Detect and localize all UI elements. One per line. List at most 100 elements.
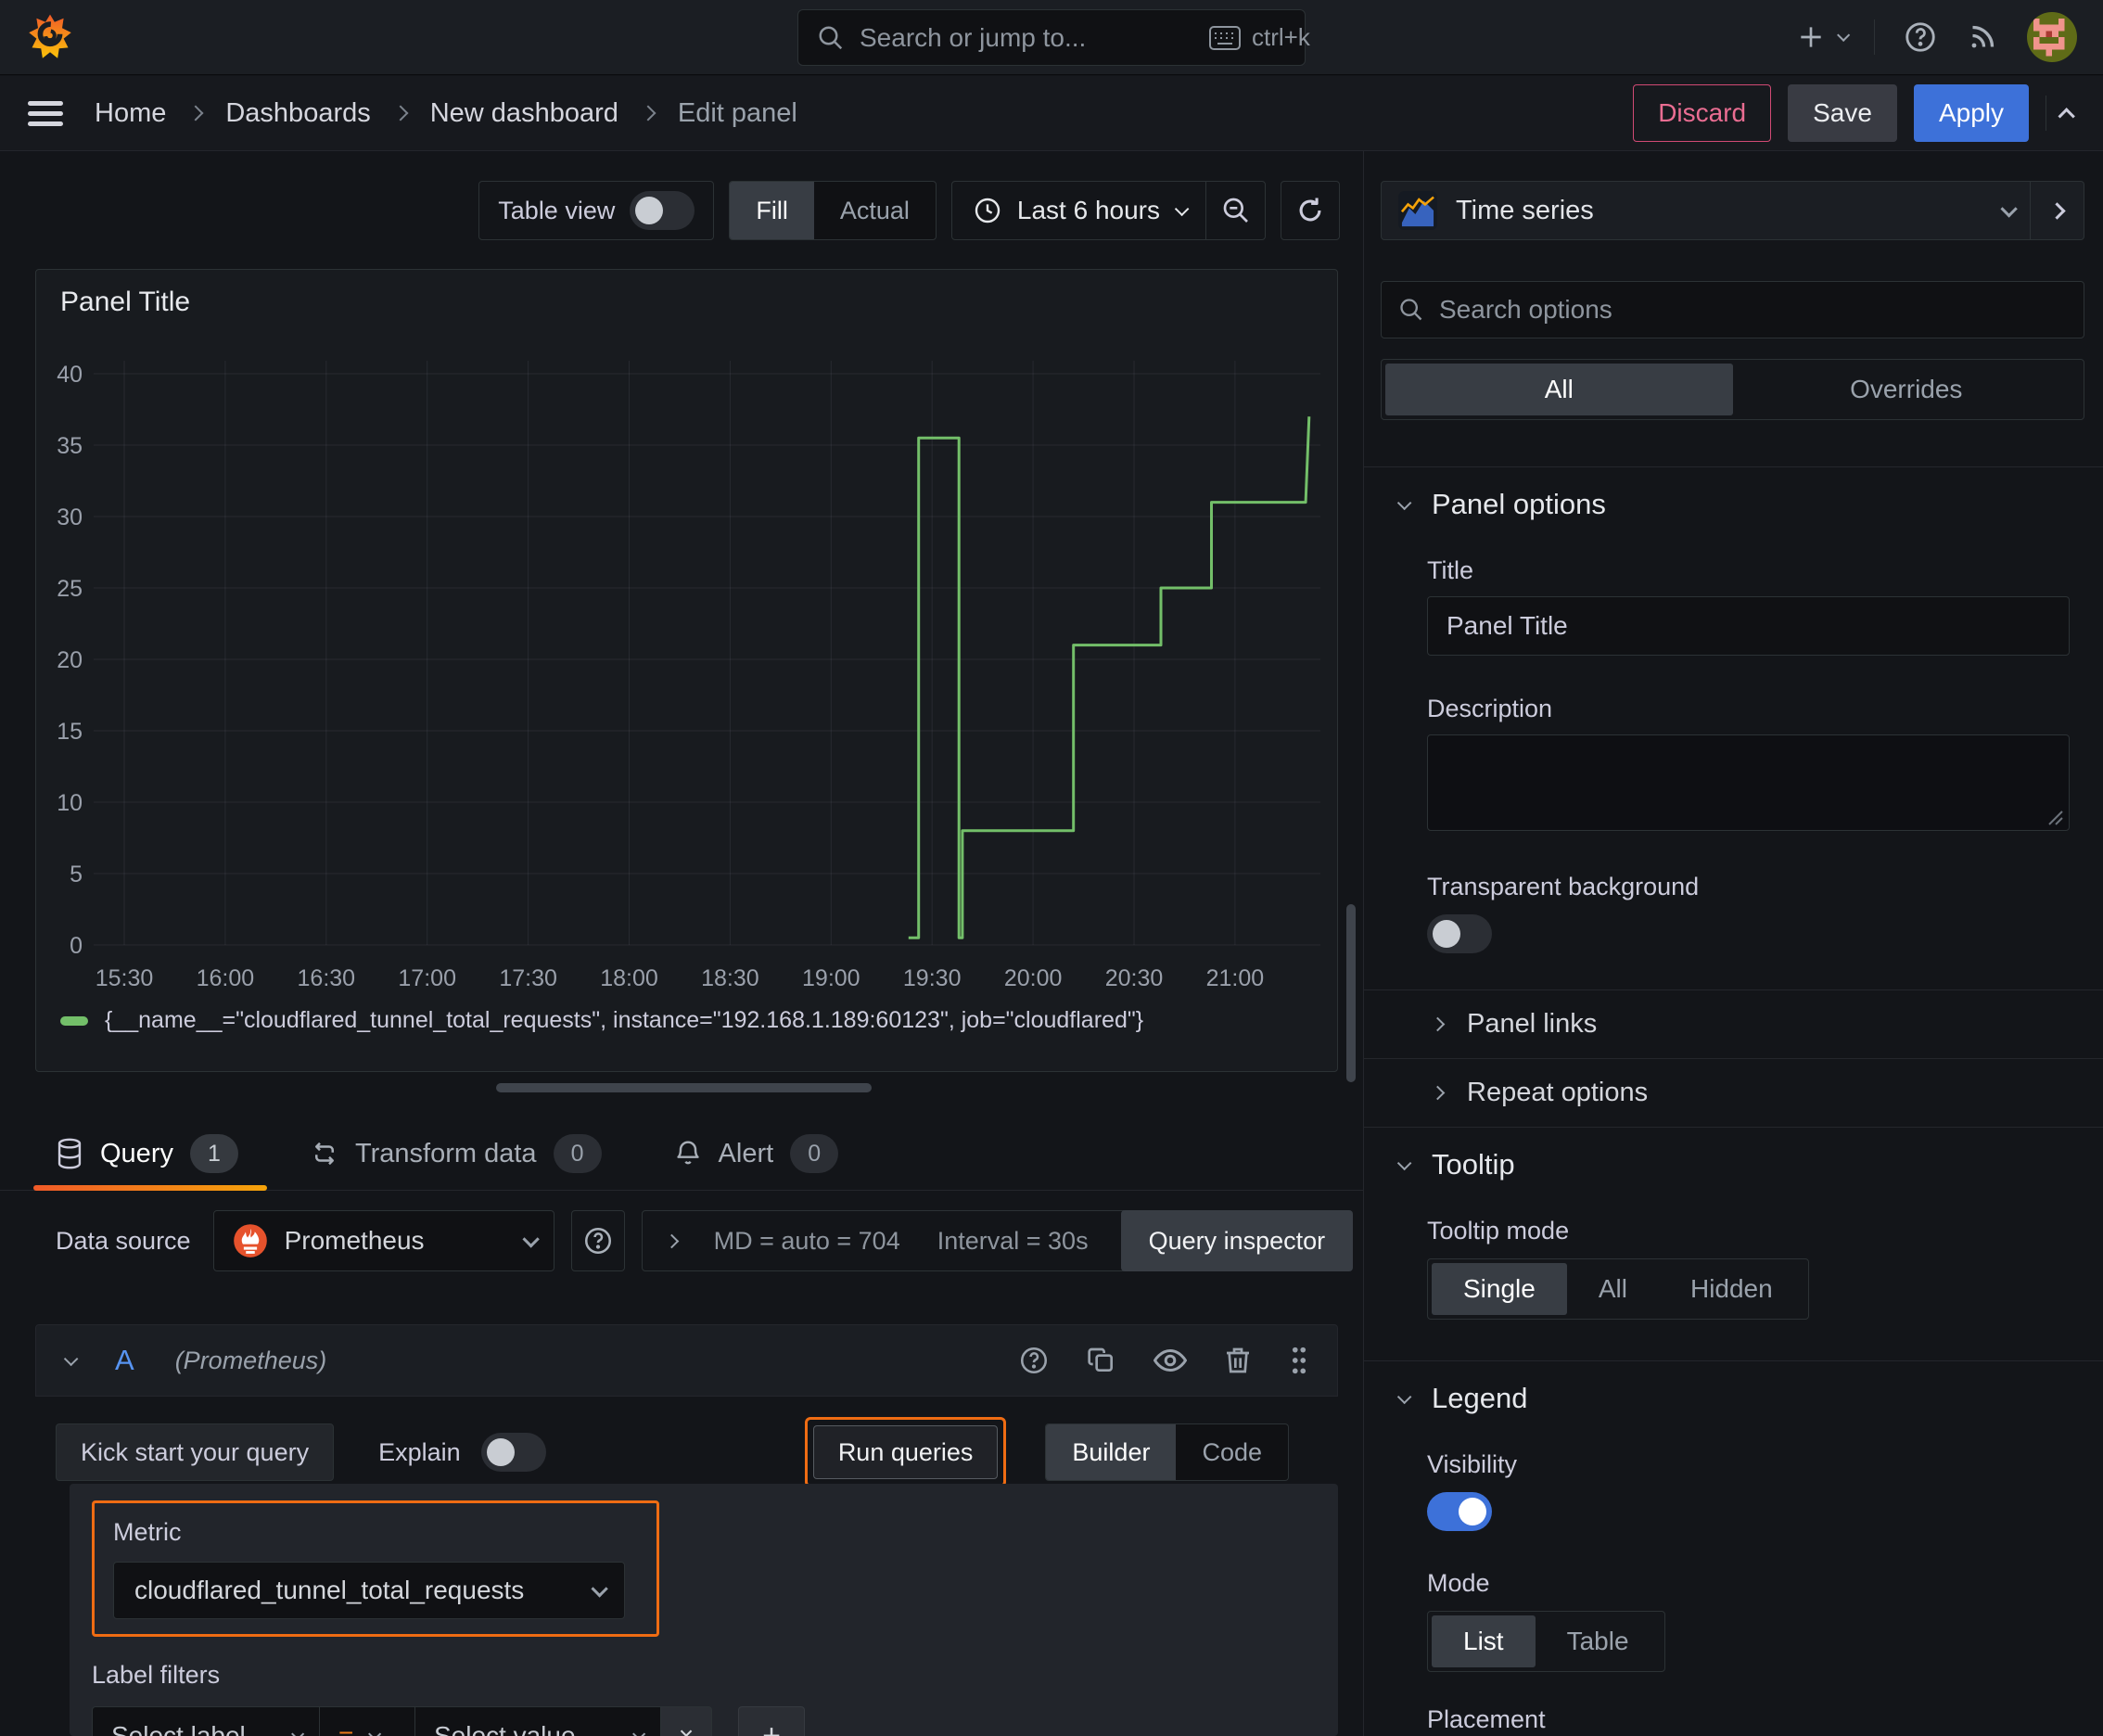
scrollbar-thumb[interactable] <box>1346 904 1356 1082</box>
collapse-options-button[interactable] <box>2058 107 2075 125</box>
datasource-select[interactable]: Prometheus <box>212 1210 554 1271</box>
repeat-options-section[interactable]: Repeat options <box>1381 1059 2084 1127</box>
panel-options-group: Title Description Transparent background <box>1381 556 2084 958</box>
title-label: Title <box>1427 556 1474 584</box>
code-option[interactable]: Code <box>1176 1424 1288 1480</box>
time-range-picker: Last 6 hours <box>950 181 1266 240</box>
drag-grip-icon[interactable] <box>1289 1345 1309 1376</box>
chart-legend[interactable]: {__name__="cloudflared_tunnel_total_requ… <box>60 1007 1143 1034</box>
news-icon[interactable] <box>1966 20 1999 54</box>
resize-grip-icon[interactable] <box>2046 808 2064 826</box>
tooltip-mode-all[interactable]: All <box>1567 1263 1659 1315</box>
apply-button[interactable]: Apply <box>1913 84 2029 142</box>
avatar[interactable] <box>2027 12 2077 62</box>
chevron-down-icon <box>1837 28 1851 42</box>
tab-overrides[interactable]: Overrides <box>1733 364 2081 415</box>
menu-icon[interactable] <box>28 99 63 127</box>
duplicate-icon[interactable] <box>1087 1346 1116 1375</box>
legend-visibility-toggle[interactable] <box>1427 1492 1492 1531</box>
bell-icon <box>674 1139 702 1168</box>
panel-title-input[interactable] <box>1427 596 2070 656</box>
global-search[interactable]: ctrl+k <box>797 9 1310 66</box>
options-search[interactable] <box>1381 281 2084 338</box>
table-view-label: Table view <box>498 196 616 224</box>
nav-row: Home Dashboards New dashboard Edit panel… <box>0 76 2103 151</box>
metric-label: Metric <box>113 1518 182 1546</box>
datasource-help-button[interactable] <box>570 1210 625 1271</box>
zoom-out-button[interactable] <box>1205 182 1265 239</box>
search-input[interactable] <box>860 22 1194 53</box>
trash-icon[interactable] <box>1224 1346 1252 1375</box>
chevron-down-icon <box>291 1727 305 1736</box>
breadcrumb-separator-icon <box>392 105 409 121</box>
panel-preview[interactable]: Panel Title 0 5 10 15 20 25 30 35 40 15:30 16:00 16… <box>35 269 1338 1072</box>
legend-mode-segment: List Table <box>1427 1611 1665 1672</box>
tooltip-mode-single[interactable]: Single <box>1432 1263 1567 1315</box>
transparent-background-label: Transparent background <box>1427 873 1700 900</box>
builder-option[interactable]: Builder <box>1046 1424 1177 1480</box>
legend-swatch <box>60 1015 88 1026</box>
add-filter-button[interactable]: + <box>738 1706 805 1736</box>
panel-options-header[interactable]: Panel options <box>1381 467 2084 530</box>
select-label-dropdown[interactable]: Select label <box>92 1706 320 1736</box>
svg-text:30: 30 <box>57 504 83 530</box>
options-pane: Time series All Overrides <box>1363 151 2103 1736</box>
toggle-viz-picker-button[interactable] <box>2031 181 2084 240</box>
chevron-down-icon[interactable] <box>63 1351 79 1366</box>
fill-option[interactable]: Fill <box>730 182 814 239</box>
panel-links-section[interactable]: Panel links <box>1381 990 2084 1058</box>
options-search-input[interactable] <box>1439 295 2067 325</box>
query-editor-body: Metric cloudflared_tunnel_total_requests… <box>70 1484 1338 1736</box>
placement-label: Placement <box>1427 1705 1546 1733</box>
legend-mode-table[interactable]: Table <box>1536 1615 1661 1667</box>
svg-text:18:30: 18:30 <box>701 965 759 991</box>
edit-pane: Table view Fill Actual Last 6 hours Pane… <box>0 151 1363 1736</box>
breadcrumb-edit-panel: Edit panel <box>677 97 797 128</box>
table-view-toggle[interactable] <box>630 191 695 230</box>
tab-all[interactable]: All <box>1385 364 1733 415</box>
query-help-icon[interactable] <box>1018 1345 1050 1376</box>
legend-mode-list[interactable]: List <box>1432 1615 1536 1667</box>
query-options-summary[interactable]: MD = auto = 704 Interval = 30s <box>641 1210 1164 1271</box>
operator-dropdown[interactable]: = <box>319 1706 415 1736</box>
remove-filter-button[interactable]: × <box>660 1706 712 1736</box>
grafana-logo-icon[interactable] <box>26 11 74 63</box>
new-menu-button[interactable] <box>1796 22 1851 52</box>
description-textarea[interactable] <box>1427 734 2070 831</box>
discard-button[interactable]: Discard <box>1633 84 1772 142</box>
hide-response-icon[interactable] <box>1153 1347 1187 1374</box>
tab-alert[interactable]: Alert 0 <box>674 1117 839 1190</box>
transparent-background-toggle[interactable] <box>1427 914 1492 953</box>
chevron-down-icon <box>1396 1155 1412 1170</box>
actual-option[interactable]: Actual <box>814 182 936 239</box>
tab-transform-data[interactable]: Transform data 0 <box>311 1117 602 1190</box>
breadcrumb-new-dashboard[interactable]: New dashboard <box>430 98 618 129</box>
viz-picker-select[interactable]: Time series <box>1381 181 2031 240</box>
breadcrumb-dashboards[interactable]: Dashboards <box>225 98 370 129</box>
select-value-dropdown[interactable]: Select value <box>414 1706 661 1736</box>
panel-resize-handle[interactable] <box>496 1083 872 1092</box>
help-icon[interactable] <box>1903 19 1938 55</box>
breadcrumb-home[interactable]: Home <box>95 98 166 129</box>
tooltip-mode-hidden[interactable]: Hidden <box>1659 1263 1804 1315</box>
search-icon <box>817 24 845 52</box>
chevron-down-icon <box>1396 1389 1412 1404</box>
tab-query[interactable]: Query 1 <box>56 1117 238 1190</box>
svg-text:16:30: 16:30 <box>298 965 356 991</box>
svg-text:15:30: 15:30 <box>96 965 154 991</box>
tooltip-header[interactable]: Tooltip <box>1381 1128 2084 1191</box>
refresh-button[interactable] <box>1281 181 1340 240</box>
query-inspector-button[interactable]: Query inspector <box>1120 1210 1354 1271</box>
kickstart-button[interactable]: Kick start your query <box>56 1423 335 1481</box>
svg-text:18:00: 18:00 <box>600 965 658 991</box>
explain-toggle[interactable] <box>480 1433 546 1472</box>
svg-text:40: 40 <box>57 362 83 388</box>
toggle-knob <box>635 197 664 224</box>
metric-select[interactable]: cloudflared_tunnel_total_requests <box>113 1562 625 1619</box>
svg-text:25: 25 <box>57 576 83 602</box>
query-a-header[interactable]: A (Prometheus) <box>35 1324 1338 1397</box>
run-queries-button[interactable]: Run queries <box>812 1425 999 1479</box>
save-button[interactable]: Save <box>1788 84 1897 142</box>
time-range-button[interactable]: Last 6 hours <box>952 182 1205 239</box>
legend-header[interactable]: Legend <box>1381 1361 2084 1424</box>
